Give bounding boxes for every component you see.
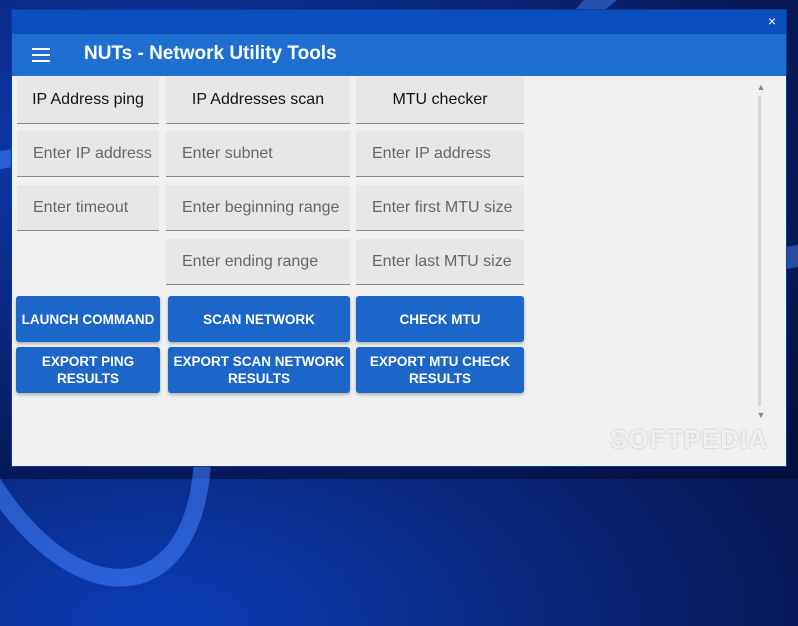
- softpedia-watermark: SOFTPEDIA: [610, 424, 768, 454]
- export-scan-network-results-button[interactable]: EXPORT SCAN NETWORK RESULTS: [168, 347, 350, 393]
- mtu-first-size-field[interactable]: Enter first MTU size: [356, 185, 524, 231]
- scroll-down-icon[interactable]: ▼: [753, 408, 769, 422]
- scan-ending-range-field[interactable]: Enter ending range: [166, 239, 350, 285]
- ping-timeout-field[interactable]: Enter timeout: [17, 185, 159, 231]
- app-window: × NUTs - Network Utility Tools IP Addres…: [12, 10, 786, 466]
- scan-network-button[interactable]: SCAN NETWORK: [168, 296, 350, 342]
- export-mtu-check-results-button[interactable]: EXPORT MTU CHECK RESULTS: [356, 347, 524, 393]
- tab-ip-addresses-scan[interactable]: IP Addresses scan: [166, 77, 350, 124]
- title-bar: ×: [12, 10, 786, 34]
- hamburger-menu-icon[interactable]: [32, 48, 50, 62]
- scrollbar-track[interactable]: [758, 96, 761, 406]
- scan-beginning-range-field[interactable]: Enter beginning range: [166, 185, 350, 231]
- tab-ip-address-ping[interactable]: IP Address ping: [17, 77, 159, 124]
- vertical-scrollbar[interactable]: ▲ ▼: [753, 76, 769, 426]
- ping-ip-address-field[interactable]: Enter IP address: [17, 131, 159, 177]
- launch-command-button[interactable]: LAUNCH COMMAND: [16, 296, 160, 342]
- export-ping-results-button[interactable]: EXPORT PING RESULTS: [16, 347, 160, 393]
- app-header: NUTs - Network Utility Tools: [12, 34, 786, 76]
- scroll-up-icon[interactable]: ▲: [753, 80, 769, 94]
- scan-subnet-field[interactable]: Enter subnet: [166, 131, 350, 177]
- check-mtu-button[interactable]: CHECK MTU: [356, 296, 524, 342]
- close-icon[interactable]: ×: [764, 12, 780, 30]
- app-title: NUTs - Network Utility Tools: [84, 43, 337, 64]
- tab-mtu-checker[interactable]: MTU checker: [356, 77, 524, 124]
- main-content: IP Address ping Enter IP address Enter t…: [12, 76, 786, 466]
- mtu-ip-address-field[interactable]: Enter IP address: [356, 131, 524, 177]
- mtu-last-size-field[interactable]: Enter last MTU size: [356, 239, 524, 285]
